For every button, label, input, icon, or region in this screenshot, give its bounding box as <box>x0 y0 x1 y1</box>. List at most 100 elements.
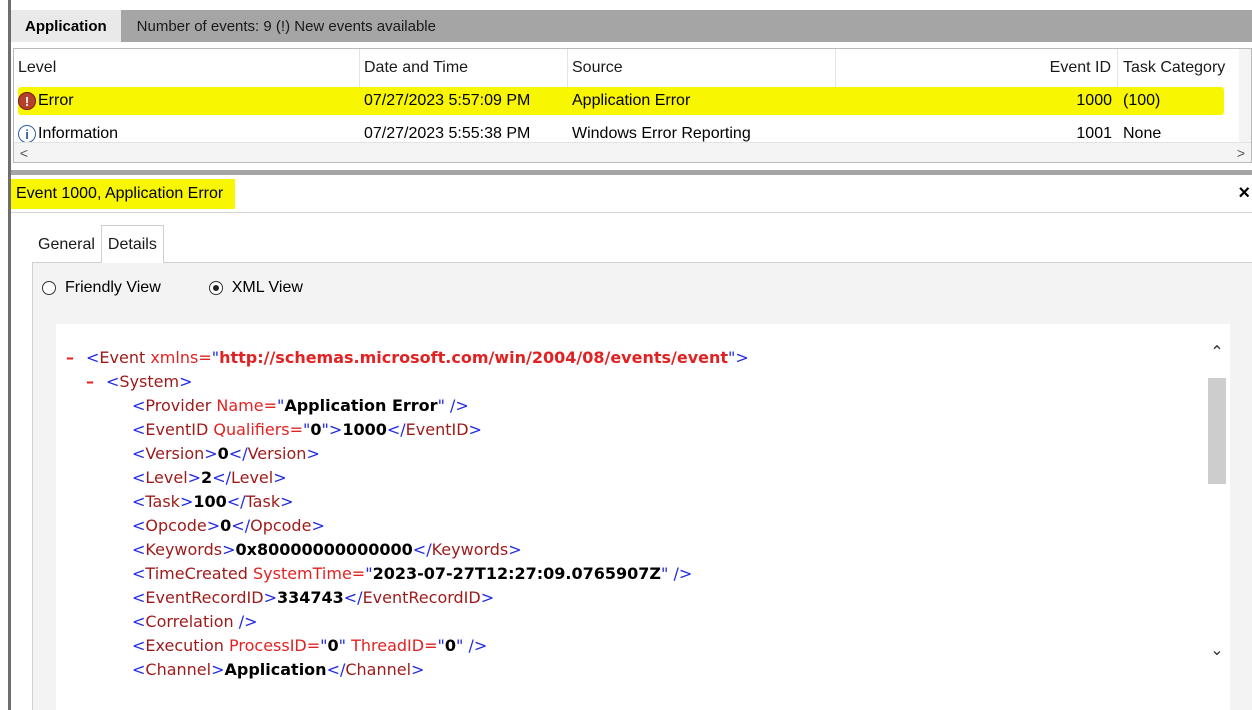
xml-collapse-toggle[interactable]: – <box>86 370 106 394</box>
xml-tag-name: Opcode <box>250 516 312 535</box>
friendly-view-label: Friendly View <box>65 279 161 296</box>
table-row[interactable]: ! Error 07/27/2023 5:57:09 PM Applicatio… <box>14 88 1238 114</box>
xml-tag-name: Task <box>145 492 180 511</box>
event-count-info: Number of events: 9 (!) New events avail… <box>136 17 436 35</box>
xml-value: 2023-07-27T12:27:09.0765907Z <box>372 564 662 583</box>
xml-punctuation: > <box>263 588 277 607</box>
column-header-source[interactable]: Source <box>568 49 836 87</box>
xml-punctuation: > <box>411 660 425 679</box>
event-log-header: Application Number of events: 9 (!) New … <box>11 10 1252 42</box>
log-name-tab[interactable]: Application <box>11 10 121 42</box>
xml-value: 1000 <box>342 420 387 439</box>
error-icon: ! <box>18 92 36 110</box>
xml-punctuation: </ <box>412 540 432 559</box>
xml-value: 0 <box>220 516 232 535</box>
xml-line: <EventID Qualifiers="0">1000</EventID> <box>132 418 482 442</box>
xml-line: <Level>2</Level> <box>132 466 287 490</box>
xml-scroll-thumb[interactable] <box>1208 378 1226 484</box>
xml-vertical-scrollbar[interactable]: ⌃ ⌄ <box>1204 324 1230 710</box>
xml-tag-name: Level <box>145 468 188 487</box>
xml-punctuation: > <box>311 516 325 535</box>
xml-view-radio[interactable] <box>208 281 223 295</box>
xml-punctuation: > <box>187 468 202 487</box>
xml-punctuation: < <box>132 492 146 511</box>
xml-punctuation: > <box>306 444 320 463</box>
row-date-time: 07/27/2023 5:57:09 PM <box>364 92 531 109</box>
xml-value: 2 <box>201 468 213 487</box>
column-header-level[interactable]: Level <box>14 49 360 87</box>
row-event-id: 1000 <box>1076 92 1112 109</box>
column-header-task-category[interactable]: Task Category <box>1118 49 1238 87</box>
xml-tag-name: Task <box>245 492 281 511</box>
xml-tag-name: System <box>119 372 180 391</box>
xml-tag-name: EventRecordID <box>362 588 481 607</box>
tab-details[interactable]: Details <box>100 225 164 263</box>
xml-punctuation: < <box>132 396 146 415</box>
scroll-down-arrow-icon[interactable]: ⌄ <box>1208 640 1226 660</box>
xml-collapse-toggle[interactable]: – <box>66 346 86 370</box>
xml-punctuation: < <box>132 636 146 655</box>
grid-vertical-scrollbar[interactable] <box>1239 49 1251 145</box>
xml-line: <Channel>Application</Channel> <box>132 658 424 682</box>
xml-tag-name: Channel <box>145 660 212 679</box>
column-header-event-id[interactable]: Event ID <box>836 49 1118 87</box>
event-list-grid: Level Date and Time Source Event ID Task… <box>13 48 1252 163</box>
info-icon: i <box>18 125 36 143</box>
grid-horizontal-scrollbar[interactable]: < > <box>14 142 1251 162</box>
xml-punctuation: < <box>132 540 146 559</box>
xml-punctuation: /> <box>233 612 258 631</box>
xml-value: 0 <box>327 636 339 655</box>
xml-tag-name: Opcode <box>145 516 207 535</box>
xml-punctuation: " <box>437 636 445 655</box>
xml-punctuation: < <box>132 516 146 535</box>
xml-punctuation: < <box>132 660 146 679</box>
row-level: Information <box>38 125 119 142</box>
xml-punctuation: " <box>365 564 373 583</box>
xml-punctuation: " <box>211 348 220 367</box>
xml-punctuation: "> <box>321 420 343 439</box>
row-level: Error <box>38 92 74 109</box>
xml-punctuation: > <box>273 468 287 487</box>
xml-tag-name: Correlation <box>145 612 234 631</box>
xml-line: <Task>100</Task> <box>132 490 293 514</box>
xml-tag-name: Version <box>145 444 205 463</box>
xml-punctuation: </ <box>226 492 246 511</box>
xml-punctuation: > <box>179 492 194 511</box>
details-tabs: General Details <box>32 225 164 263</box>
xml-punctuation: > <box>179 372 193 391</box>
tab-general[interactable]: General <box>32 227 101 263</box>
xml-value: 334743 <box>276 588 344 607</box>
xml-attribute-name: SystemTime= <box>247 564 366 583</box>
xml-punctuation: </ <box>212 468 231 487</box>
xml-punctuation: > <box>206 516 221 535</box>
xml-punctuation: " <box>320 636 328 655</box>
close-icon[interactable]: × <box>1238 182 1250 205</box>
xml-view-pane[interactable]: – <Event xmlns="http://schemas.microsoft.… <box>56 324 1230 710</box>
column-header-date-time[interactable]: Date and Time <box>360 49 568 87</box>
radio-selected-dot <box>212 285 219 291</box>
xml-punctuation: > <box>204 444 218 463</box>
xml-line: <Version>0</Version> <box>132 442 320 466</box>
xml-line: – <Event xmlns="http://schemas.microsoft.… <box>66 346 749 370</box>
xml-namespace-url: http://schemas.microsoft.com/win/2004/08… <box>219 348 729 367</box>
xml-punctuation: "> <box>728 348 749 367</box>
scroll-right-arrow-icon[interactable]: > <box>1231 143 1251 162</box>
friendly-view-option[interactable]: Friendly View <box>42 279 161 297</box>
scroll-left-arrow-icon[interactable]: < <box>14 143 34 162</box>
xml-line: <TimeCreated SystemTime="2023-07-27T12:2… <box>132 562 692 586</box>
xml-attribute-name: Name= <box>211 396 277 415</box>
xml-tag-name: EventID <box>145 420 209 439</box>
xml-punctuation: > <box>211 660 225 679</box>
xml-view-option[interactable]: XML View <box>208 279 303 297</box>
pane-splitter[interactable] <box>11 170 1252 175</box>
scroll-up-arrow-icon[interactable]: ⌃ <box>1208 342 1226 362</box>
xml-punctuation: > <box>468 420 482 439</box>
xml-punctuation: </ <box>386 420 406 439</box>
xml-line: <Correlation /> <box>132 610 258 634</box>
xml-line: <Keywords>0x80000000000000</Keywords> <box>132 538 522 562</box>
xml-punctuation: " /> <box>456 636 488 655</box>
friendly-view-radio[interactable] <box>42 281 56 295</box>
xml-line: <Opcode>0</Opcode> <box>132 514 325 538</box>
xml-punctuation: < <box>106 372 120 391</box>
xml-attribute-name: Qualifiers= <box>208 420 304 439</box>
